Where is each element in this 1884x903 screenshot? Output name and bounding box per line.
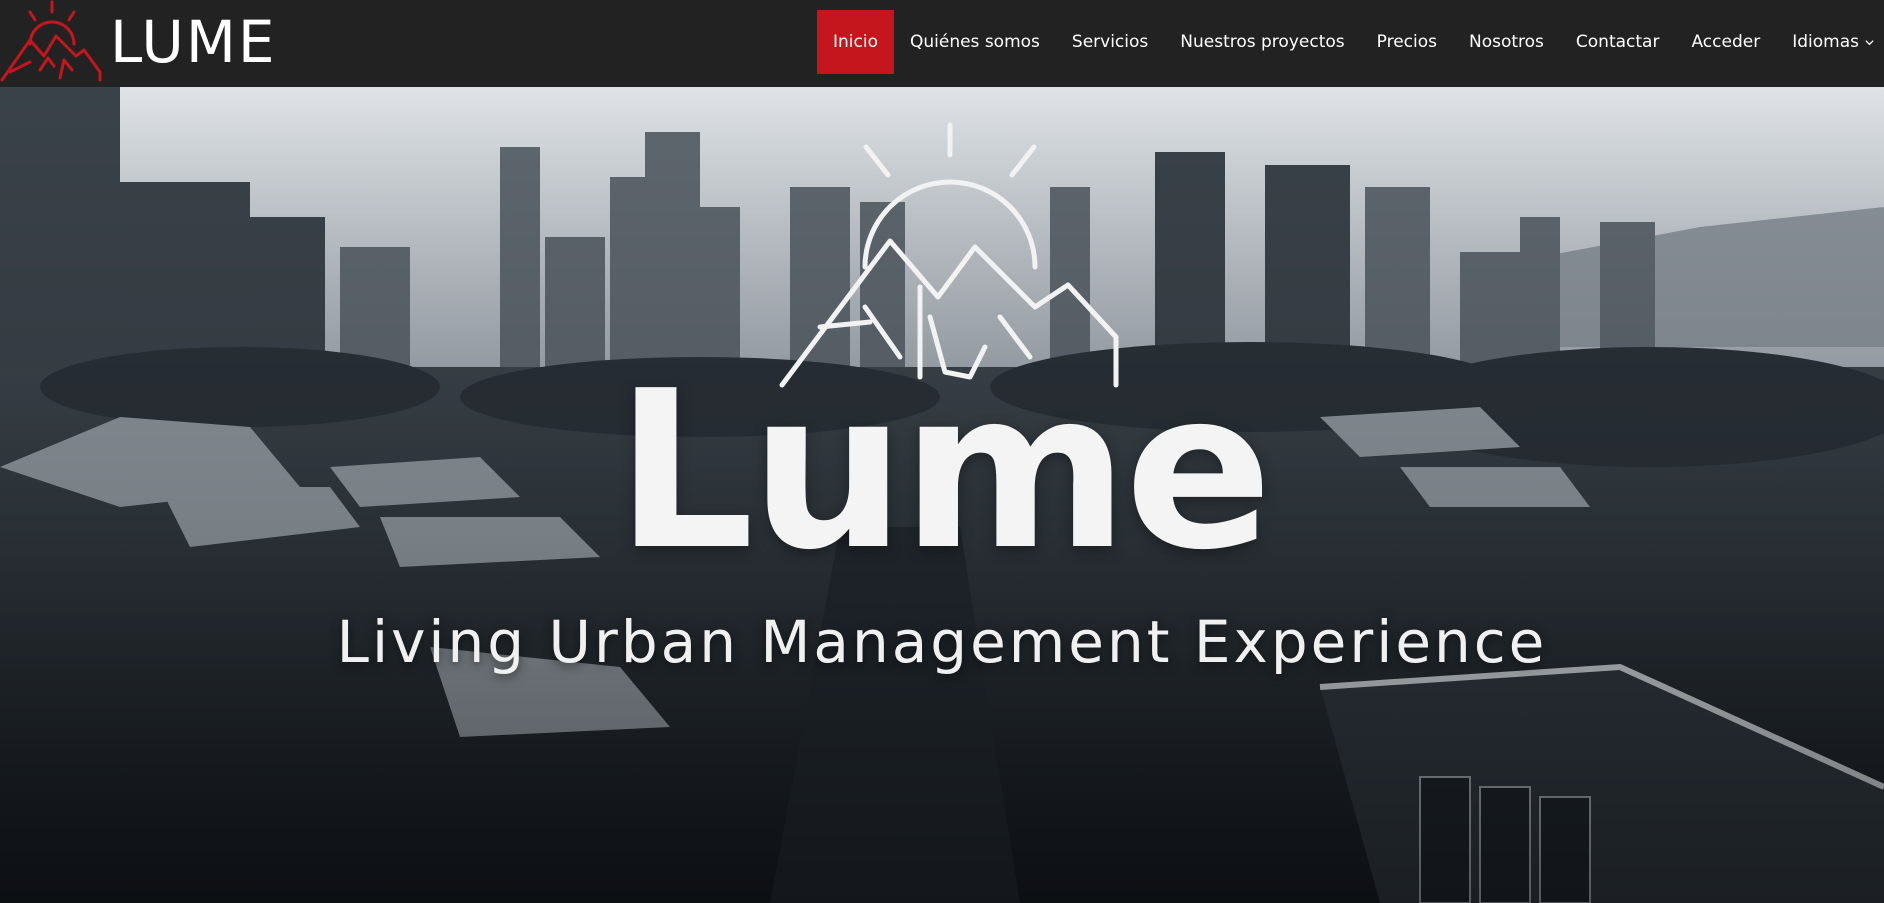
nav-item-inicio[interactable]: Inicio <box>817 10 894 74</box>
nav-item-quienes-somos[interactable]: Quiénes somos <box>894 10 1056 74</box>
chevron-down-icon <box>1865 39 1874 45</box>
nav-item-label: Idiomas <box>1792 32 1859 52</box>
hero-banner: Lume Living Urban Management Experience <box>0 87 1884 903</box>
nav-item-label: Contactar <box>1575 32 1660 52</box>
nav-item-idiomas-dropdown[interactable]: Idiomas <box>1776 10 1884 74</box>
nav-item-precios[interactable]: Precios <box>1361 10 1453 74</box>
nav-item-label: Servicios <box>1071 32 1149 52</box>
nav-item-contactar[interactable]: Contactar <box>1560 10 1676 74</box>
top-navbar: LUME Inicio Quiénes somos Servicios Nues… <box>0 0 1884 87</box>
nav-item-label: Nosotros <box>1468 32 1544 52</box>
nav-item-label: Precios <box>1376 32 1437 52</box>
brand-home-link[interactable]: LUME <box>0 0 280 87</box>
nav-item-acceder[interactable]: Acceder <box>1675 10 1776 74</box>
nav-item-label: Inicio <box>833 32 878 52</box>
nav-item-nuestros-proyectos[interactable]: Nuestros proyectos <box>1164 10 1360 74</box>
nav-item-label: Quiénes somos <box>909 32 1040 52</box>
nav-item-label: Acceder <box>1691 32 1761 52</box>
hero-title: Lume <box>615 345 1272 598</box>
nav-item-nosotros[interactable]: Nosotros <box>1453 10 1560 74</box>
nav-item-label: Nuestros proyectos <box>1180 32 1345 52</box>
sun-mountain-logo-icon <box>0 0 102 82</box>
hero-subtitle: Living Urban Management Experience <box>336 608 1548 676</box>
main-nav-menu: Inicio Quiénes somos Servicios Nuestros … <box>817 10 1884 74</box>
brand-name: LUME <box>110 8 277 76</box>
nav-item-servicios[interactable]: Servicios <box>1056 10 1164 74</box>
